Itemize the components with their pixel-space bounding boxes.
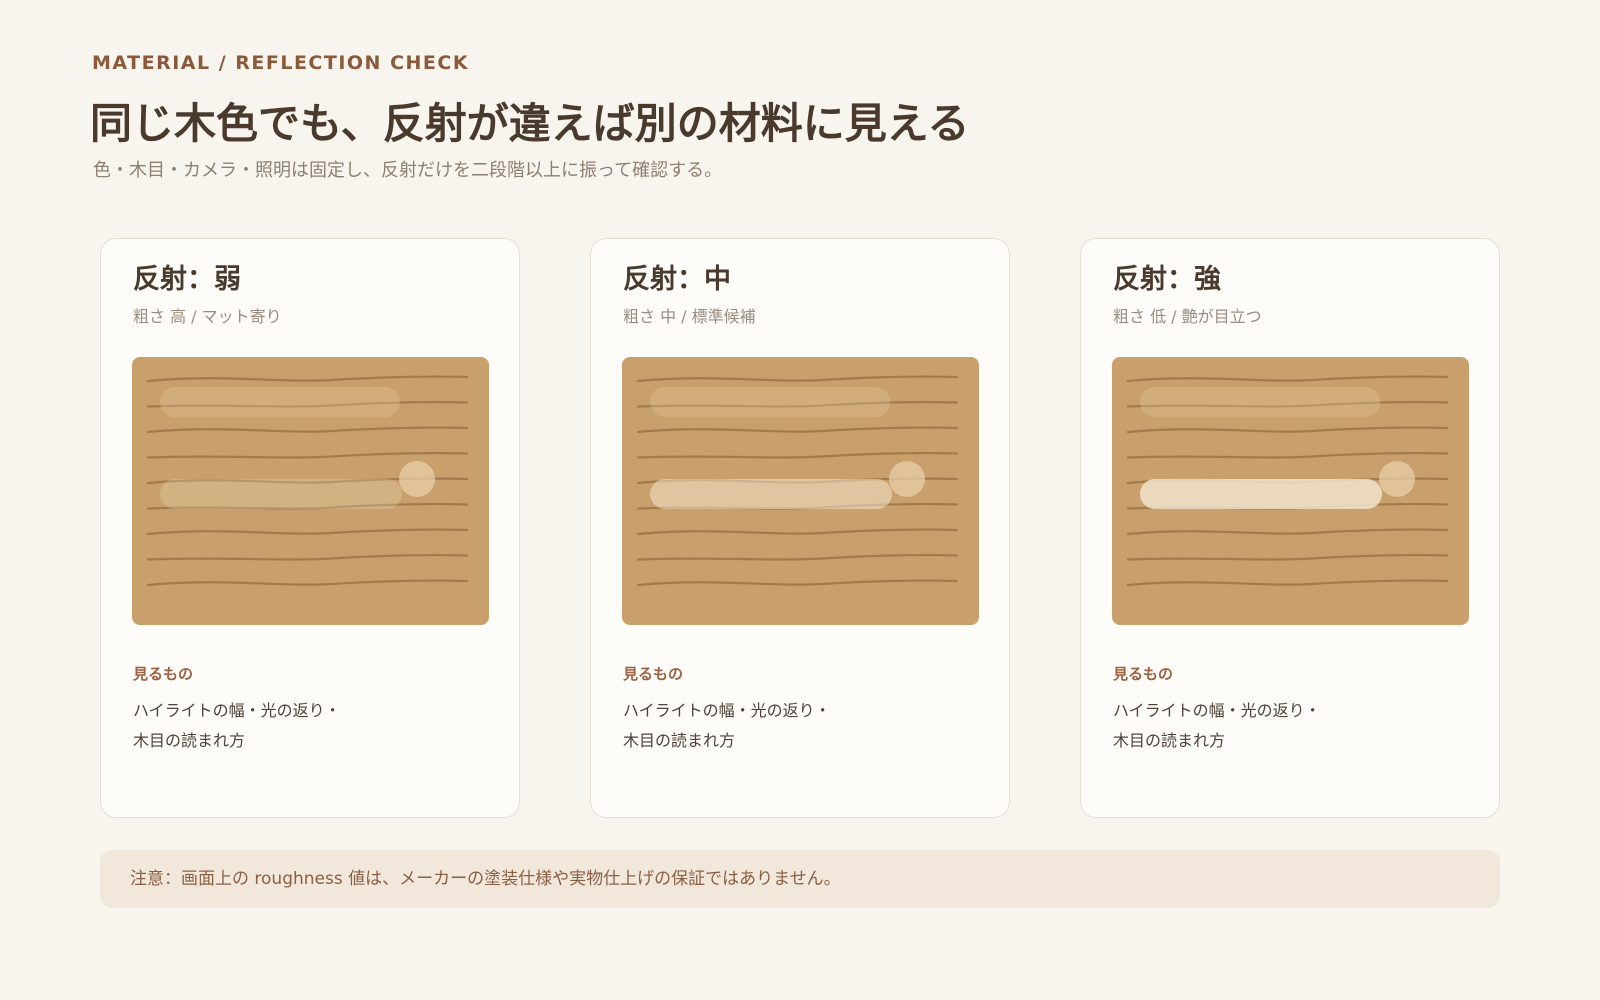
disclaimer-note: 注意：画面上の roughness 値は、メーカーの塗装仕様や実物仕上げの保証で… [100,850,1500,908]
top-sheen [650,387,890,417]
look-label: 見るもの [133,665,194,683]
card-subtitle: 粗さ 低 / 艶が目立つ [1113,307,1262,326]
look-text-line-1: ハイライトの幅・光の返り・ [133,701,341,720]
light-spot [1379,461,1415,497]
card-reflection-medium: 反射：中 粗さ 中 / 標準候補 見るもの ハイライトの幅・光の返り・ 木目の読… [590,238,1010,818]
highlight-bar [160,479,402,509]
wood-swatch-svg [132,357,489,625]
highlight-bar [1140,479,1382,509]
card-title: 反射：弱 [133,264,241,295]
page-title: 同じ木色でも、反射が違えば別の材料に見える [90,99,970,148]
look-label: 見るもの [623,665,684,683]
card-title: 反射：強 [1113,264,1221,295]
wood-swatch [1112,357,1469,625]
wood-swatch-svg [622,357,979,625]
look-text-line-1: ハイライトの幅・光の返り・ [1113,701,1321,720]
light-spot [889,461,925,497]
look-text-line-2: 木目の読まれ方 [133,731,246,750]
card-reflection-weak: 反射：弱 粗さ 高 / マット寄り 見るもの ハイライトの幅・光の返り・ 木目の… [100,238,520,818]
look-label: 見るもの [1113,665,1174,683]
page-subtitle: 色・木目・カメラ・照明は固定し、反射だけを二段階以上に振って確認する。 [93,160,723,181]
wood-swatch [132,357,489,625]
wood-swatch [622,357,979,625]
eyebrow-label: MATERIAL / REFLECTION CHECK [92,52,470,74]
top-sheen [1140,387,1380,417]
card-reflection-strong: 反射：強 粗さ 低 / 艶が目立つ 見るもの ハイライトの幅・光の返り・ 木目の… [1080,238,1500,818]
look-text-line-2: 木目の読まれ方 [623,731,736,750]
highlight-bar [650,479,892,509]
light-spot [399,461,435,497]
card-title: 反射：中 [623,264,731,295]
look-text-line-1: ハイライトの幅・光の返り・ [623,701,831,720]
look-text-line-2: 木目の読まれ方 [1113,731,1226,750]
top-sheen [160,387,400,417]
card-subtitle: 粗さ 高 / マット寄り [133,307,282,326]
card-subtitle: 粗さ 中 / 標準候補 [623,307,756,326]
wood-swatch-svg [1112,357,1469,625]
